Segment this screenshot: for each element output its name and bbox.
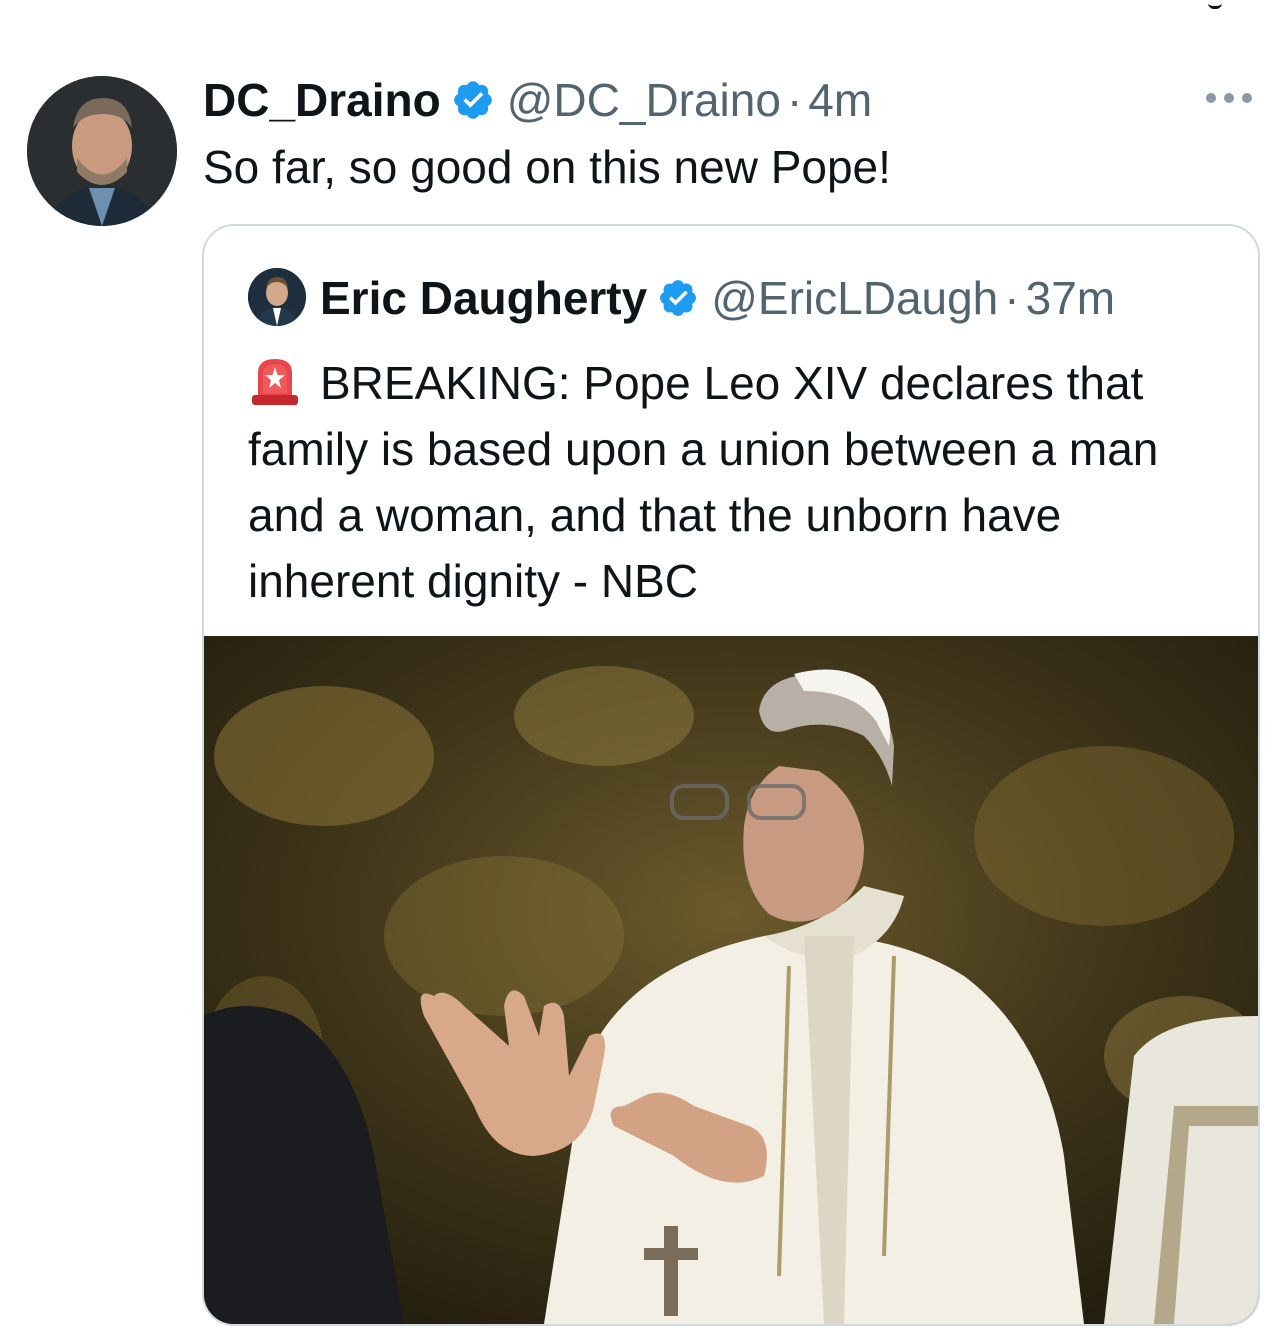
quoted-tweet-text: BREAKING: Pope Leo XIV declares that fam… [248,357,1159,607]
siren-icon [252,359,298,405]
more-dot [1224,93,1234,103]
author-handle[interactable]: @DC_Draino [507,70,781,130]
quoted-tweet-photo[interactable] [204,636,1258,1324]
more-dot [1206,93,1216,103]
quoted-author-name[interactable]: Eric Daugherty [320,271,647,325]
tweet[interactable]: DC_Draino @DC_Draino · 4m So far, so goo… [0,0,1284,1336]
verified-badge-icon [453,81,492,119]
author-avatar-image [27,76,177,226]
pope-photo-image [204,636,1258,1324]
tweet-text: So far, so good on this new Pope! [203,141,891,193]
separator-dot: · [1004,272,1020,324]
tweet-timestamp[interactable]: 4m [808,70,872,130]
quoted-tweet-text-block: BREAKING: Pope Leo XIV declares that fam… [248,350,1238,614]
quoted-tweet-header: Eric Daugherty @EricLDaugh · 37m [320,268,1115,328]
author-avatar[interactable] [27,76,177,226]
more-options-icon[interactable] [1206,88,1252,108]
previous-content-edge [1208,0,1222,9]
verified-badge-icon [660,280,697,316]
tweet-header: DC_Draino @DC_Draino · 4m [203,70,872,130]
quoted-tweet-timestamp[interactable]: 37m [1026,271,1115,325]
separator-dot: · [786,74,803,126]
quoted-author-avatar[interactable] [248,268,306,326]
quoted-tweet-card[interactable]: Eric Daugherty @EricLDaugh · 37m BREAKIN… [202,224,1260,1326]
quoted-author-handle[interactable]: @EricLDaugh [711,271,998,325]
more-dot [1242,93,1252,103]
quoted-author-avatar-image [248,268,306,326]
author-name[interactable]: DC_Draino [203,70,441,130]
